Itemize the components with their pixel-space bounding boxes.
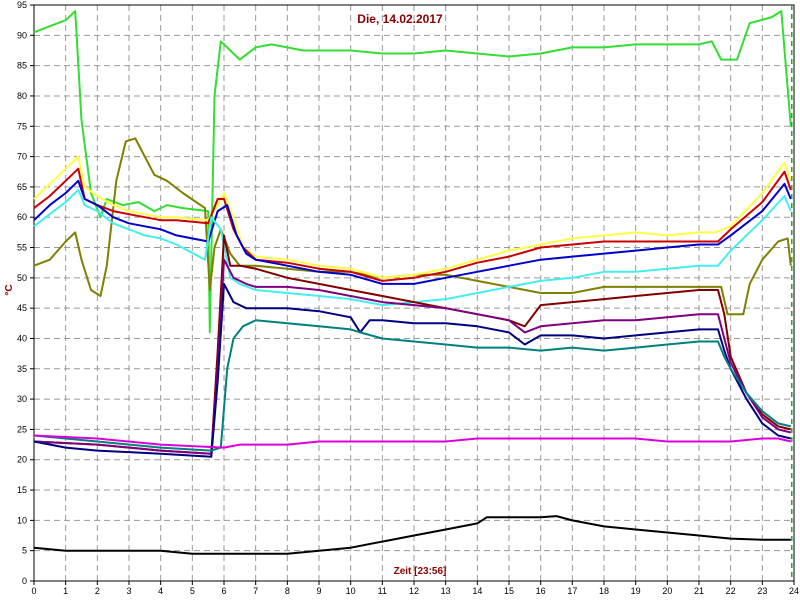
- x-tick-label: 10: [346, 586, 356, 596]
- y-tick-label: 75: [17, 121, 27, 131]
- y-tick-label: 30: [17, 394, 27, 404]
- x-tick-label: 24: [789, 586, 799, 596]
- x-tick-label: 15: [504, 586, 514, 596]
- x-tick-label: 23: [757, 586, 767, 596]
- x-tick-label: 16: [536, 586, 546, 596]
- y-tick-label: 90: [17, 30, 27, 40]
- x-tick-label: 9: [316, 586, 321, 596]
- y-axis-label: °C: [4, 284, 15, 295]
- x-tick-label: 3: [126, 586, 131, 596]
- x-tick-label: 20: [662, 586, 672, 596]
- y-tick-label: 65: [17, 182, 27, 192]
- x-tick-label: 18: [599, 586, 609, 596]
- x-tick-label: 14: [472, 586, 482, 596]
- x-tick-label: 17: [567, 586, 577, 596]
- x-tick-label: 22: [726, 586, 736, 596]
- y-tick-label: 15: [17, 485, 27, 495]
- x-tick-label: 2: [95, 586, 100, 596]
- x-tick-label: 8: [285, 586, 290, 596]
- y-tick-label: 85: [17, 61, 27, 71]
- x-tick-label: 21: [694, 586, 704, 596]
- y-tick-label: 95: [17, 0, 27, 10]
- x-tick-label: 5: [190, 586, 195, 596]
- x-tick-label: 19: [631, 586, 641, 596]
- y-tick-label: 25: [17, 424, 27, 434]
- temperature-chart: 0 1 2 3 4 5 6 7 8 9 10 11 12 13 14 15 16 17 18 19 20 21 22 23 24…: [0, 0, 800, 600]
- x-axis-label: Zeit [23:56]: [394, 566, 447, 577]
- y-tick-label: 70: [17, 152, 27, 162]
- y-tick-label: 20: [17, 455, 27, 465]
- x-tick-label: 7: [253, 586, 258, 596]
- x-tick-label: 0: [31, 586, 36, 596]
- y-tick-label: 45: [17, 303, 27, 313]
- y-tick-label: 80: [17, 91, 27, 101]
- y-tick-label: 10: [17, 515, 27, 525]
- chart-title: Die, 14.02.2017: [357, 12, 443, 26]
- y-tick-label: 55: [17, 243, 27, 253]
- x-tick-label: 12: [409, 586, 419, 596]
- y-tick-label: 5: [22, 546, 27, 556]
- x-tick-label: 6: [221, 586, 226, 596]
- x-tick-label: 11: [378, 586, 387, 596]
- y-tick-label: 50: [17, 273, 27, 283]
- x-tick-label: 1: [63, 586, 68, 596]
- x-tick-label: 13: [441, 586, 451, 596]
- x-tick-label: 4: [158, 586, 163, 596]
- y-tick-label: 60: [17, 212, 27, 222]
- y-tick-label: 0: [22, 576, 27, 586]
- y-tick-label: 40: [17, 333, 27, 343]
- y-tick-label: 35: [17, 364, 27, 374]
